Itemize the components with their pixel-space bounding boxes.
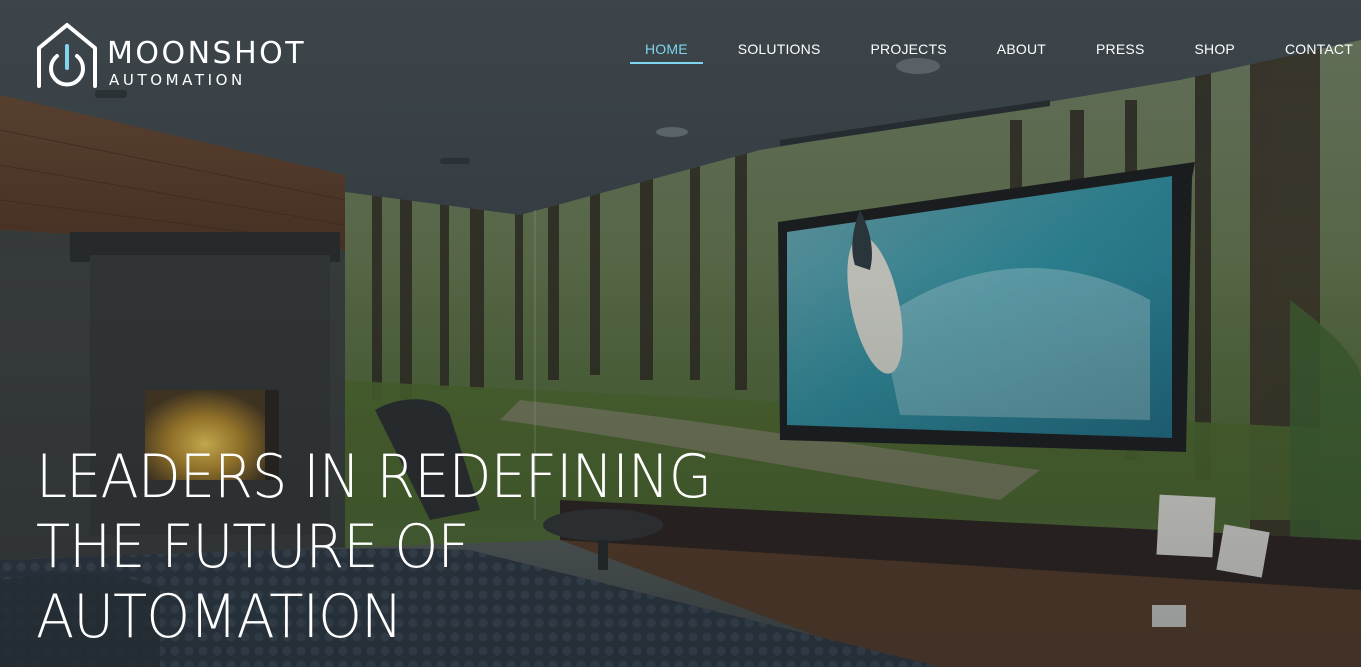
nav-shop-label: SHOP: [1194, 41, 1235, 57]
nav-home[interactable]: HOME: [629, 38, 703, 64]
hero-headline: LEADERS IN REDEFINING THE FUTURE OF AUTO…: [36, 442, 743, 652]
nav-projects[interactable]: PROJECTS: [871, 38, 947, 62]
nav-contact-label: CONTACT: [1284, 41, 1353, 57]
nav-about-label: ABOUT: [996, 41, 1047, 57]
nav-projects-label: PROJECTS: [870, 41, 947, 57]
hero-headline-line-1: LEADERS IN REDEFINING: [36, 442, 712, 512]
site-header: MOONSHOT AUTOMATION HOME SOLUTIONS PROJE…: [0, 0, 1361, 100]
house-power-icon: [37, 23, 97, 88]
nav-press-label: PRESS: [1096, 41, 1145, 57]
nav-active-underline: [629, 62, 703, 64]
logo-link[interactable]: MOONSHOT AUTOMATION: [35, 22, 305, 90]
hero-headline-line-3: AUTOMATION: [36, 582, 403, 652]
hero-section: MOONSHOT AUTOMATION HOME SOLUTIONS PROJE…: [0, 0, 1361, 667]
brand-tagline: AUTOMATION: [109, 71, 246, 89]
nav-solutions-label: SOLUTIONS: [737, 41, 821, 57]
nav-shop[interactable]: SHOP: [1194, 38, 1234, 62]
nav-contact[interactable]: CONTACT: [1285, 38, 1353, 62]
nav-press[interactable]: PRESS: [1096, 38, 1144, 62]
brand-name: MOONSHOT: [107, 36, 307, 71]
nav-about[interactable]: ABOUT: [997, 38, 1046, 62]
nav-home-label: HOME: [644, 41, 688, 57]
hero-headline-line-2: THE FUTURE OF: [36, 512, 470, 582]
nav-solutions[interactable]: SOLUTIONS: [738, 38, 821, 62]
main-navigation: HOME SOLUTIONS PROJECTS ABOUT PRESS SHOP…: [595, 38, 1353, 64]
